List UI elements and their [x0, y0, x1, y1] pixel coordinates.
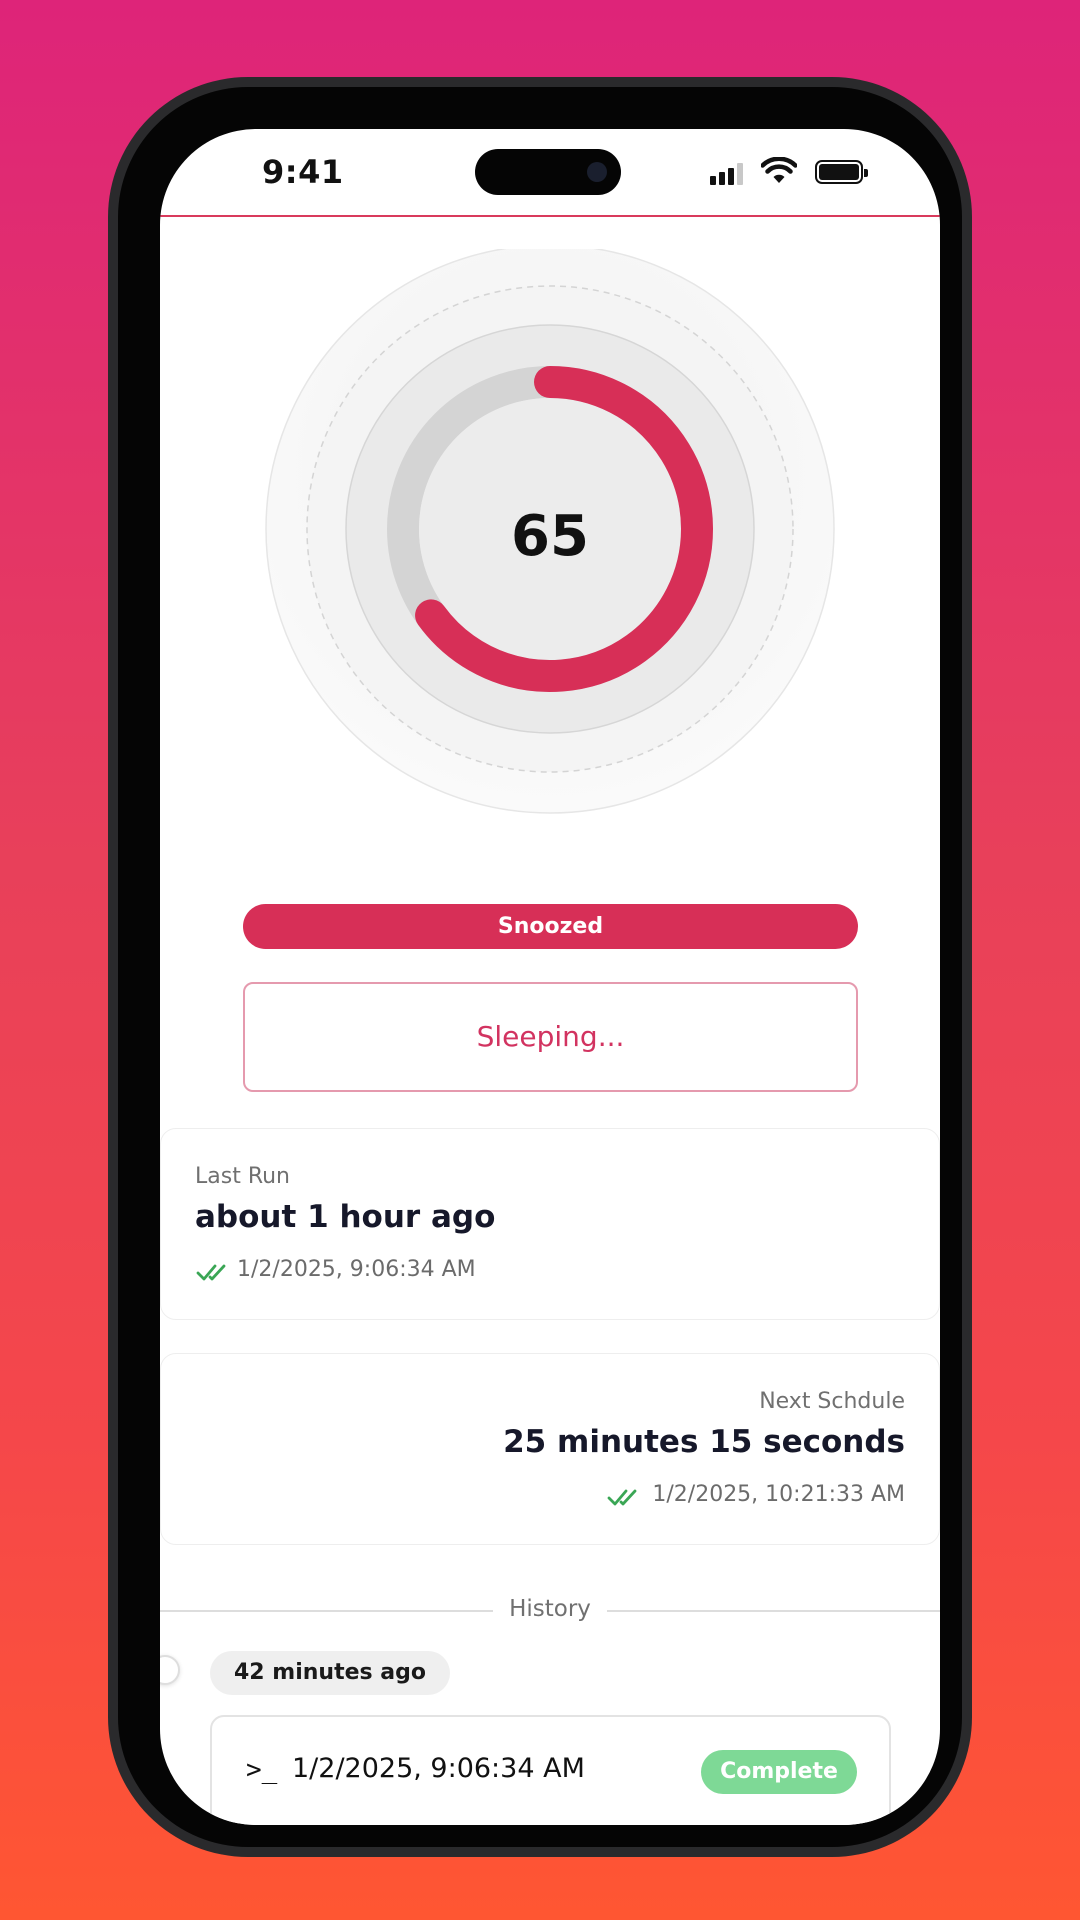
terminal-icon: >_	[246, 1755, 278, 1785]
history-entry-timestamp: 1/2/2025, 9:06:34 AM	[292, 1753, 585, 1784]
app-screen: 9:41 65 Snoozed Sleeping... Last Run abo…	[160, 129, 940, 1825]
last-run-relative: about 1 hour ago	[195, 1199, 496, 1235]
complete-status-badge: Complete	[701, 1750, 857, 1794]
status-bar: 9:41	[160, 129, 940, 219]
gauge-value: 65	[511, 504, 589, 569]
battery-icon	[815, 160, 868, 184]
next-schedule-timestamp: 1/2/2025, 10:21:33 AM	[652, 1482, 905, 1507]
gauge: 65	[160, 244, 940, 869]
dynamic-island	[475, 149, 621, 195]
header-divider	[160, 215, 940, 217]
double-check-icon	[196, 1264, 226, 1281]
history-divider: History	[160, 1596, 940, 1626]
signal-icon	[710, 163, 748, 185]
last-run-timestamp: 1/2/2025, 9:06:34 AM	[237, 1257, 476, 1282]
last-run-label: Last Run	[195, 1164, 291, 1189]
next-schedule-label: Next Schdule	[759, 1389, 905, 1414]
next-schedule-relative: 25 minutes 15 seconds	[503, 1424, 905, 1460]
camera-icon	[587, 162, 607, 182]
status-badge: Snoozed	[243, 904, 858, 949]
history-divider-right	[607, 1610, 940, 1612]
timeline-dot	[160, 1655, 180, 1685]
phone-frame: 9:41 65 Snoozed Sleeping... Last Run abo…	[108, 77, 972, 1857]
history-entry-relative: 42 minutes ago	[210, 1651, 450, 1695]
next-schedule-card: Next Schdule 25 minutes 15 seconds 1/2/2…	[160, 1353, 940, 1545]
history-entry-card[interactable]: >_ 1/2/2025, 9:06:34 AM Complete	[210, 1715, 891, 1825]
double-check-icon	[607, 1489, 637, 1506]
last-run-card: Last Run about 1 hour ago 1/2/2025, 9:06…	[160, 1128, 940, 1320]
history-title: History	[509, 1596, 591, 1622]
phone-bezel: 9:41 65 Snoozed Sleeping... Last Run abo…	[118, 87, 962, 1847]
status-time: 9:41	[262, 153, 344, 191]
status-message: Sleeping...	[243, 982, 858, 1092]
wifi-icon	[761, 157, 797, 183]
